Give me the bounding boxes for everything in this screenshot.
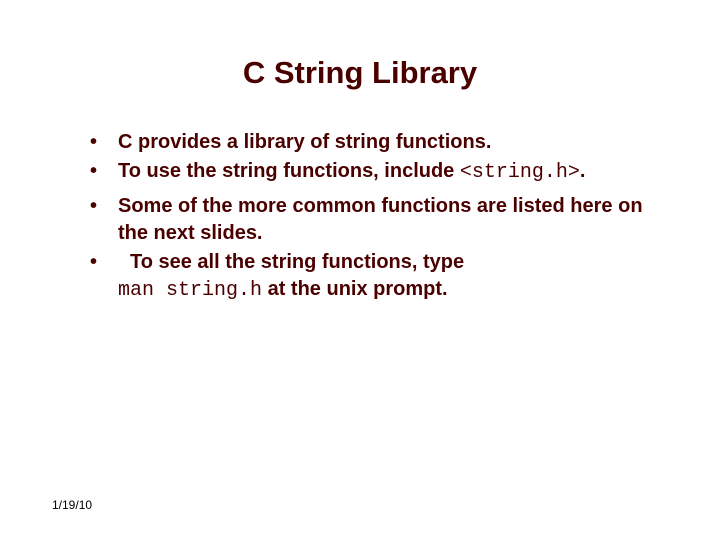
list-item: To use the string functions, include <st…	[90, 158, 660, 186]
list-item: C provides a library of string functions…	[90, 129, 660, 156]
slide-title: C String Library	[60, 55, 660, 91]
list-item: Some of the more common functions are li…	[90, 193, 660, 247]
code-text: man string.h	[118, 279, 262, 302]
list-item: To see all the string functions, type ma…	[90, 249, 660, 304]
bullet-text: To see all the string functions, type	[118, 251, 464, 273]
footer-date: 1/19/10	[52, 498, 92, 512]
code-text: <string.h>	[460, 161, 580, 184]
bullet-text: .	[580, 160, 586, 182]
bullet-list: C provides a library of string functions…	[60, 129, 660, 304]
bullet-text: at the unix prompt.	[262, 278, 448, 300]
bullet-text: To use the string functions, include	[118, 160, 460, 182]
